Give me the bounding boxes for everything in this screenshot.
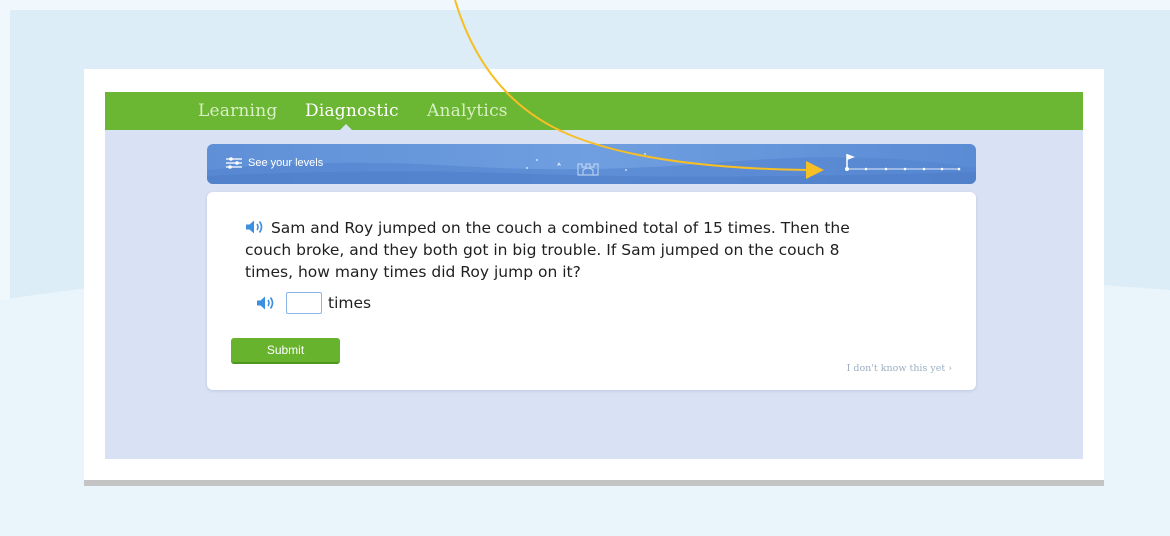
tab-diagnostic[interactable]: Diagnostic <box>305 101 399 121</box>
answer-speaker-icon[interactable] <box>256 295 277 311</box>
submit-button[interactable]: Submit <box>231 338 340 364</box>
top-nav-bar: Learning Diagnostic Analytics <box>105 92 1083 130</box>
question-card: Sam and Roy jumped on the couch a combin… <box>207 192 976 390</box>
tab-analytics[interactable]: Analytics <box>427 101 508 121</box>
question-prompt: Sam and Roy jumped on the couch a combin… <box>245 217 855 283</box>
see-your-levels-label: See your levels <box>248 157 324 169</box>
question-text: Sam and Roy jumped on the couch a combin… <box>245 219 850 281</box>
levels-progress-bar: See your levels <box>207 144 976 184</box>
answer-input[interactable] <box>286 292 322 314</box>
dont-know-link[interactable]: I don't know this yet › <box>847 363 952 374</box>
app-window-shadow <box>84 480 1104 486</box>
see-your-levels-link[interactable]: See your levels <box>225 156 323 170</box>
answer-unit-label: times <box>328 294 372 312</box>
answer-row: times <box>256 292 371 314</box>
tab-learning[interactable]: Learning <box>198 101 277 121</box>
speaker-icon[interactable] <box>245 219 266 235</box>
sliders-icon <box>226 157 242 169</box>
